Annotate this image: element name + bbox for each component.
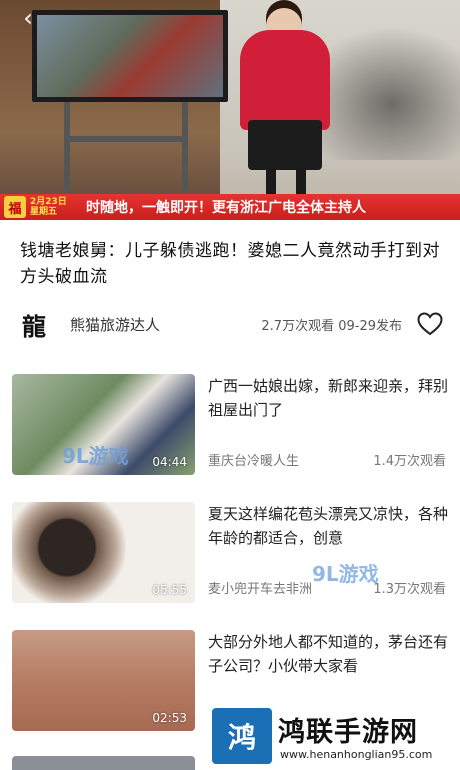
overlay-watermark: 9L游戏 (312, 562, 379, 586)
related-video-title[interactable]: 夏天这样编花苞头漂亮又凉快，各种年龄的都适合，创意 (208, 502, 448, 550)
related-video-item[interactable]: 05:55 夏天这样编花苞头漂亮又凉快，各种年龄的都适合，创意 麦小兜开车去非洲… (0, 488, 460, 608)
brand-name: 鸿联手游网 (278, 717, 418, 748)
related-video-views: 1.4万次观看 (373, 454, 446, 469)
video-thumbnail[interactable]: 02:53 (12, 630, 195, 731)
video-duration: 02:53 (152, 711, 187, 725)
video-title: 钱塘老娘舅：儿子躲债逃跑！婆媳二人竟然动手打到对方头破血流 (20, 241, 440, 287)
video-player[interactable]: 福 2月23日 星期五 时随地，一触即开！更有浙江广电全体主持人 ‹ (0, 0, 460, 220)
video-meta-row: 龍 熊猫旅游达人 2.7万次观看 09-29发布 (18, 306, 444, 342)
thumbnail-watermark: 9L游戏 (62, 444, 129, 468)
related-video-views: 1.3万次观看 (373, 582, 446, 597)
back-arrow-icon: ‹ (23, 4, 33, 32)
brand-url: www.henanhonglian95.com (280, 748, 433, 761)
news-anchor-jacket (240, 30, 330, 130)
ticker-date-line2: 星期五 (30, 207, 58, 217)
video-duration: 04:44 (152, 455, 187, 469)
related-video-title[interactable]: 大部分外地人都不知道的，茅台还有子公司？小伙带大家看 (208, 630, 448, 678)
ticker-text: 时随地，一触即开！更有浙江广电全体主持人 (86, 200, 366, 216)
tv-stand (64, 102, 188, 192)
news-ticker: 福 2月23日 星期五 时随地，一触即开！更有浙江广电全体主持人 (0, 194, 460, 220)
video-stats: 2.7万次观看 09-29发布 (261, 318, 402, 334)
brand-logo-icon: 鸿 (212, 708, 272, 764)
author-avatar[interactable]: 龍 (18, 308, 50, 341)
video-duration: 05:55 (152, 583, 187, 597)
video-thumbnail[interactable]: 05:55 (12, 502, 195, 603)
related-video-source: 重庆台冷暖人生 (208, 454, 300, 469)
news-anchor-skirt (248, 120, 322, 170)
related-video-title[interactable]: 广西一姑娘出嫁，新郎来迎亲，拜别祖屋出门了 (208, 374, 448, 422)
related-video-item[interactable]: 9L游戏 04:44 广西一姑娘出嫁，新郎来迎亲，拜别祖屋出门了 重庆台冷暖人生… (0, 360, 460, 480)
ticker-badge: 福 (4, 196, 26, 218)
heart-icon (417, 312, 443, 336)
site-watermark-banner: 鸿 鸿联手游网 www.henanhonglian95.com (210, 708, 460, 767)
studio-tv-screen (32, 10, 228, 102)
video-thumbnail-partial[interactable] (12, 756, 195, 770)
back-button[interactable]: ‹ (14, 4, 42, 32)
ticker-date: 2月23日 星期五 (30, 197, 82, 217)
tv-stand-bar (64, 136, 188, 142)
related-video-source: 麦小兜开车去非洲 (208, 582, 313, 597)
video-thumbnail[interactable]: 9L游戏 04:44 (12, 374, 195, 475)
author-name[interactable]: 熊猫旅游达人 (70, 314, 160, 335)
ticker-date-line1: 2月23日 (30, 197, 67, 207)
like-button[interactable] (416, 310, 444, 338)
